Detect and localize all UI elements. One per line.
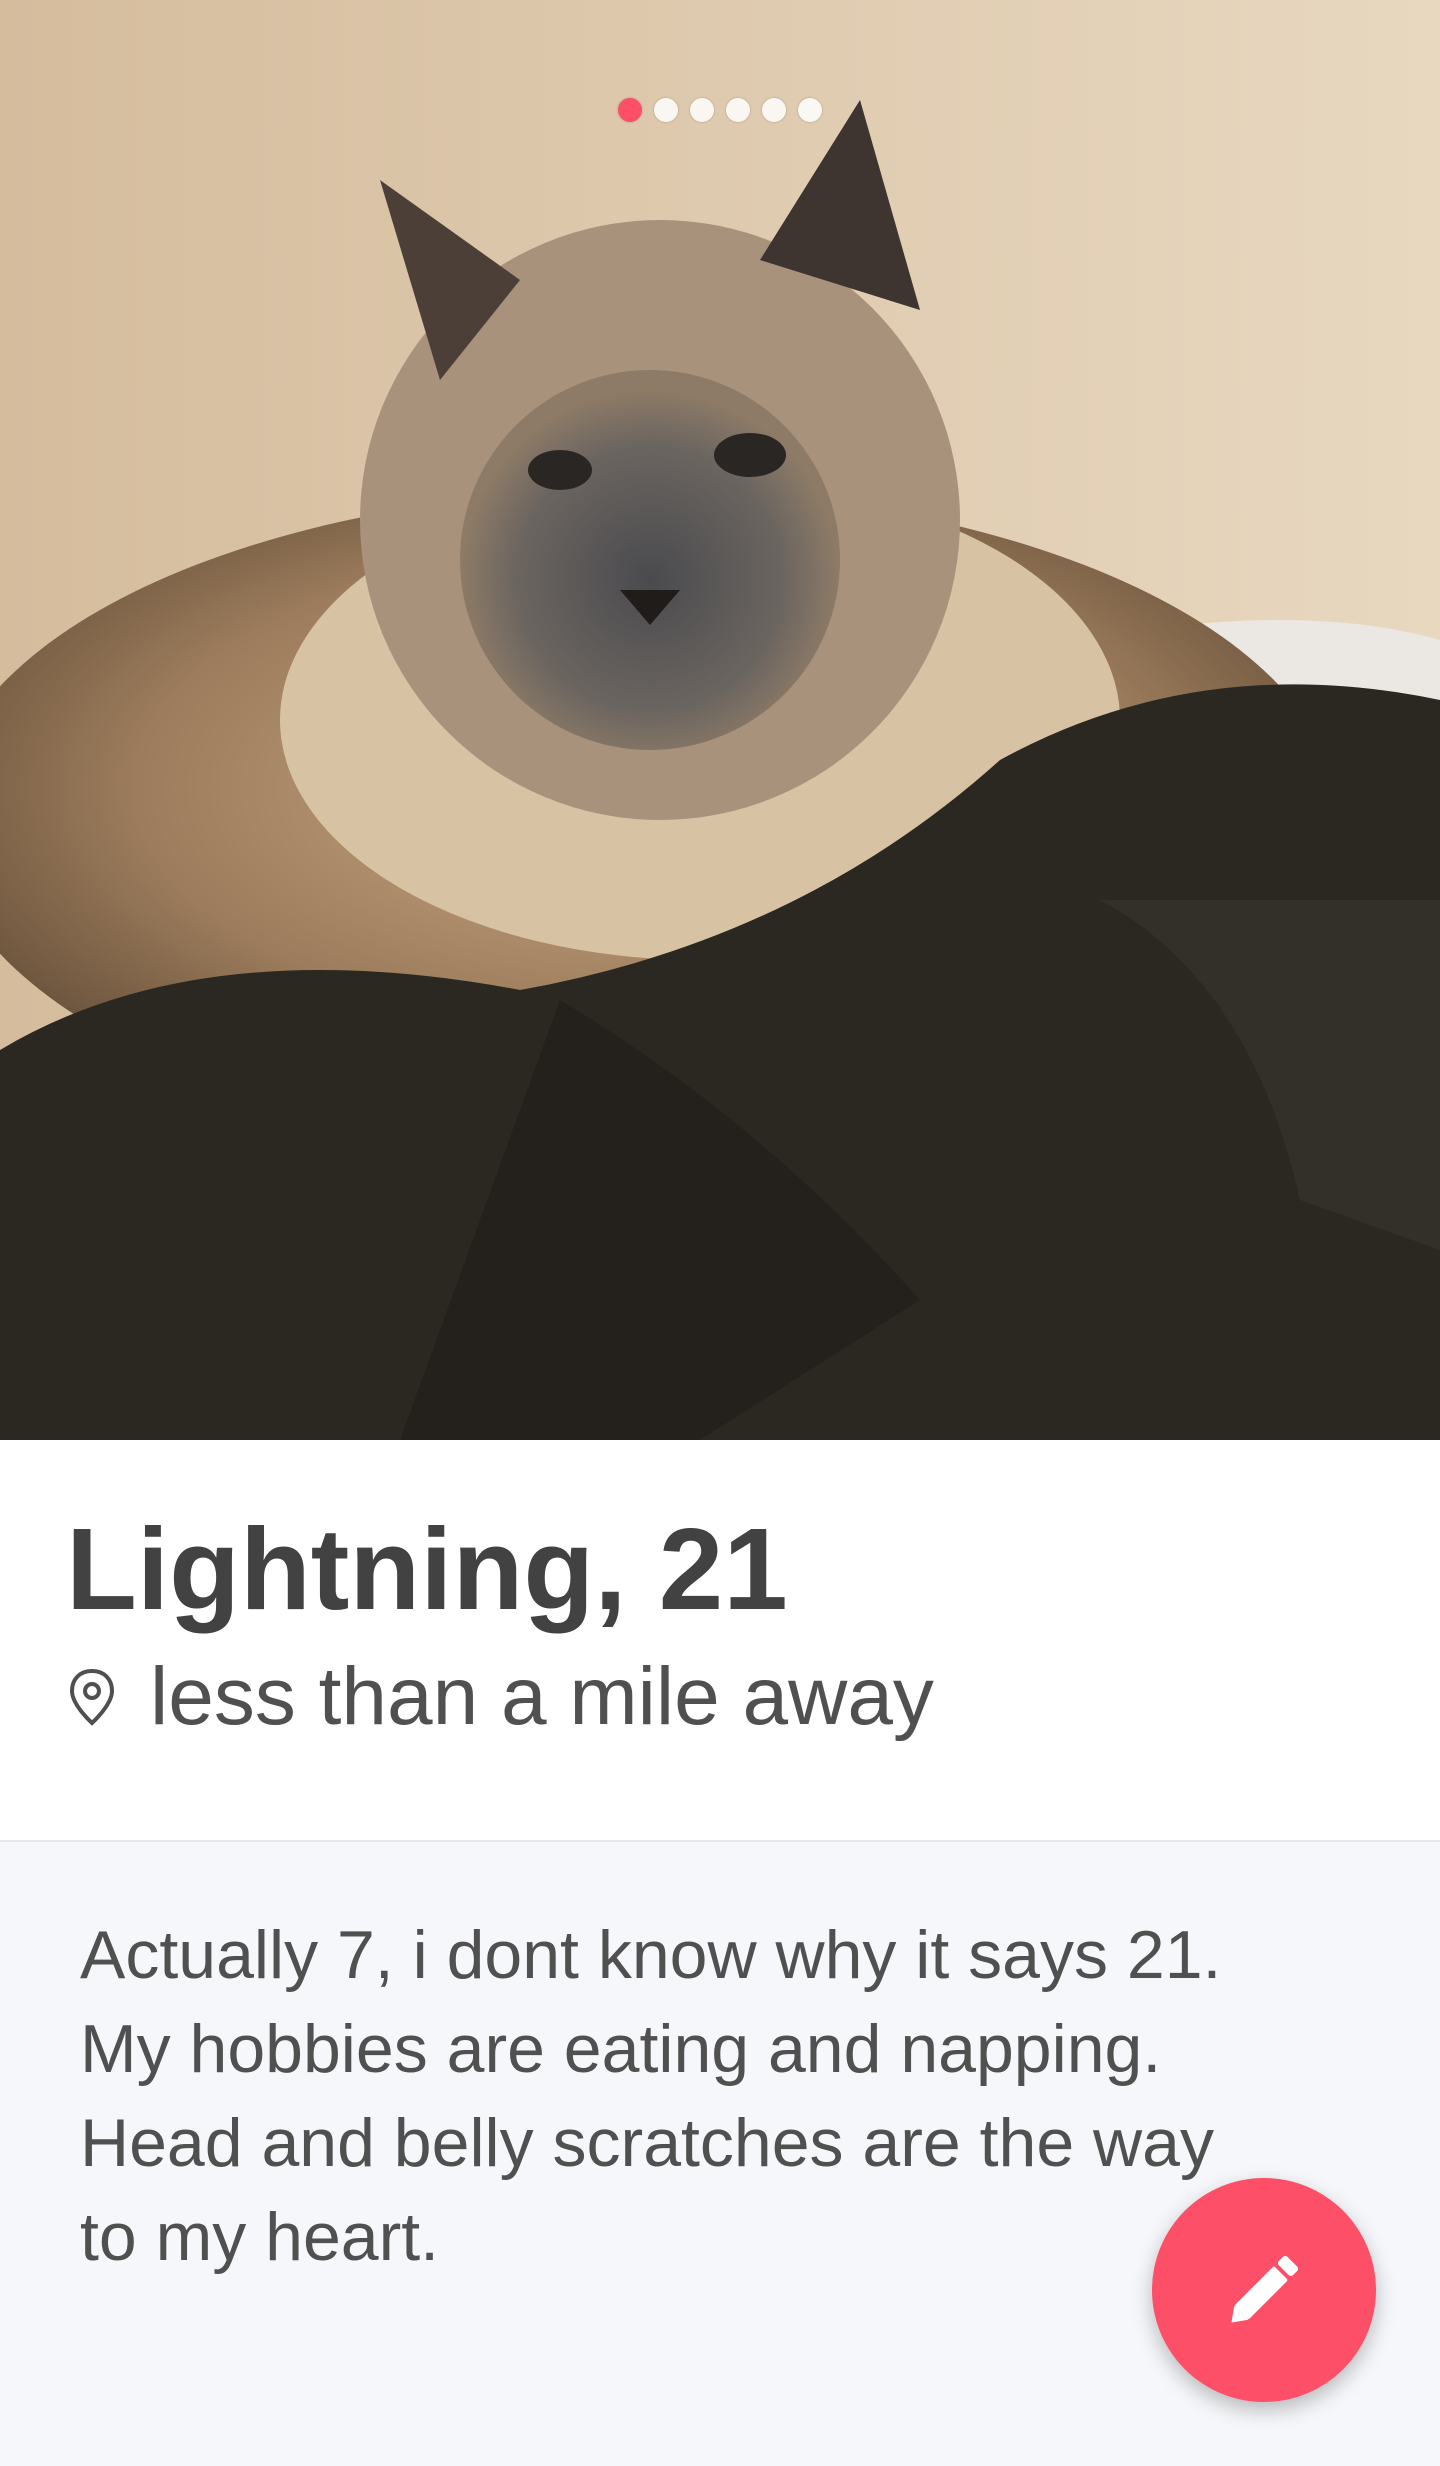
cat-photo-illustration (0, 0, 1440, 1440)
photo-dot[interactable] (690, 98, 714, 122)
photo-dot[interactable] (726, 98, 750, 122)
name-and-age: Lightning, 21 (66, 1504, 788, 1634)
photo-dot[interactable] (762, 98, 786, 122)
distance-text: less than a mile away (150, 1651, 934, 1742)
photo-dot[interactable] (654, 98, 678, 122)
photo-pagination (0, 98, 1440, 122)
map-pin-icon (69, 1668, 115, 1726)
distance-row: less than a mile away (66, 1650, 934, 1744)
profile-header: Lightning, 21 less than a mile away (0, 1440, 1440, 1842)
pencil-icon (1231, 2255, 1299, 2323)
bio-line: My hobbies are eating and napping. (80, 2011, 1162, 2087)
photo-dot[interactable] (798, 98, 822, 122)
bio-line: Actually 7, i dont know why it says 21. (80, 1917, 1222, 1993)
photo-dot-active[interactable] (618, 98, 642, 122)
edit-profile-button[interactable] (1152, 2178, 1376, 2402)
bio-line: Head and belly scratches are the way (80, 2105, 1214, 2181)
profile-photo[interactable] (0, 0, 1440, 1440)
